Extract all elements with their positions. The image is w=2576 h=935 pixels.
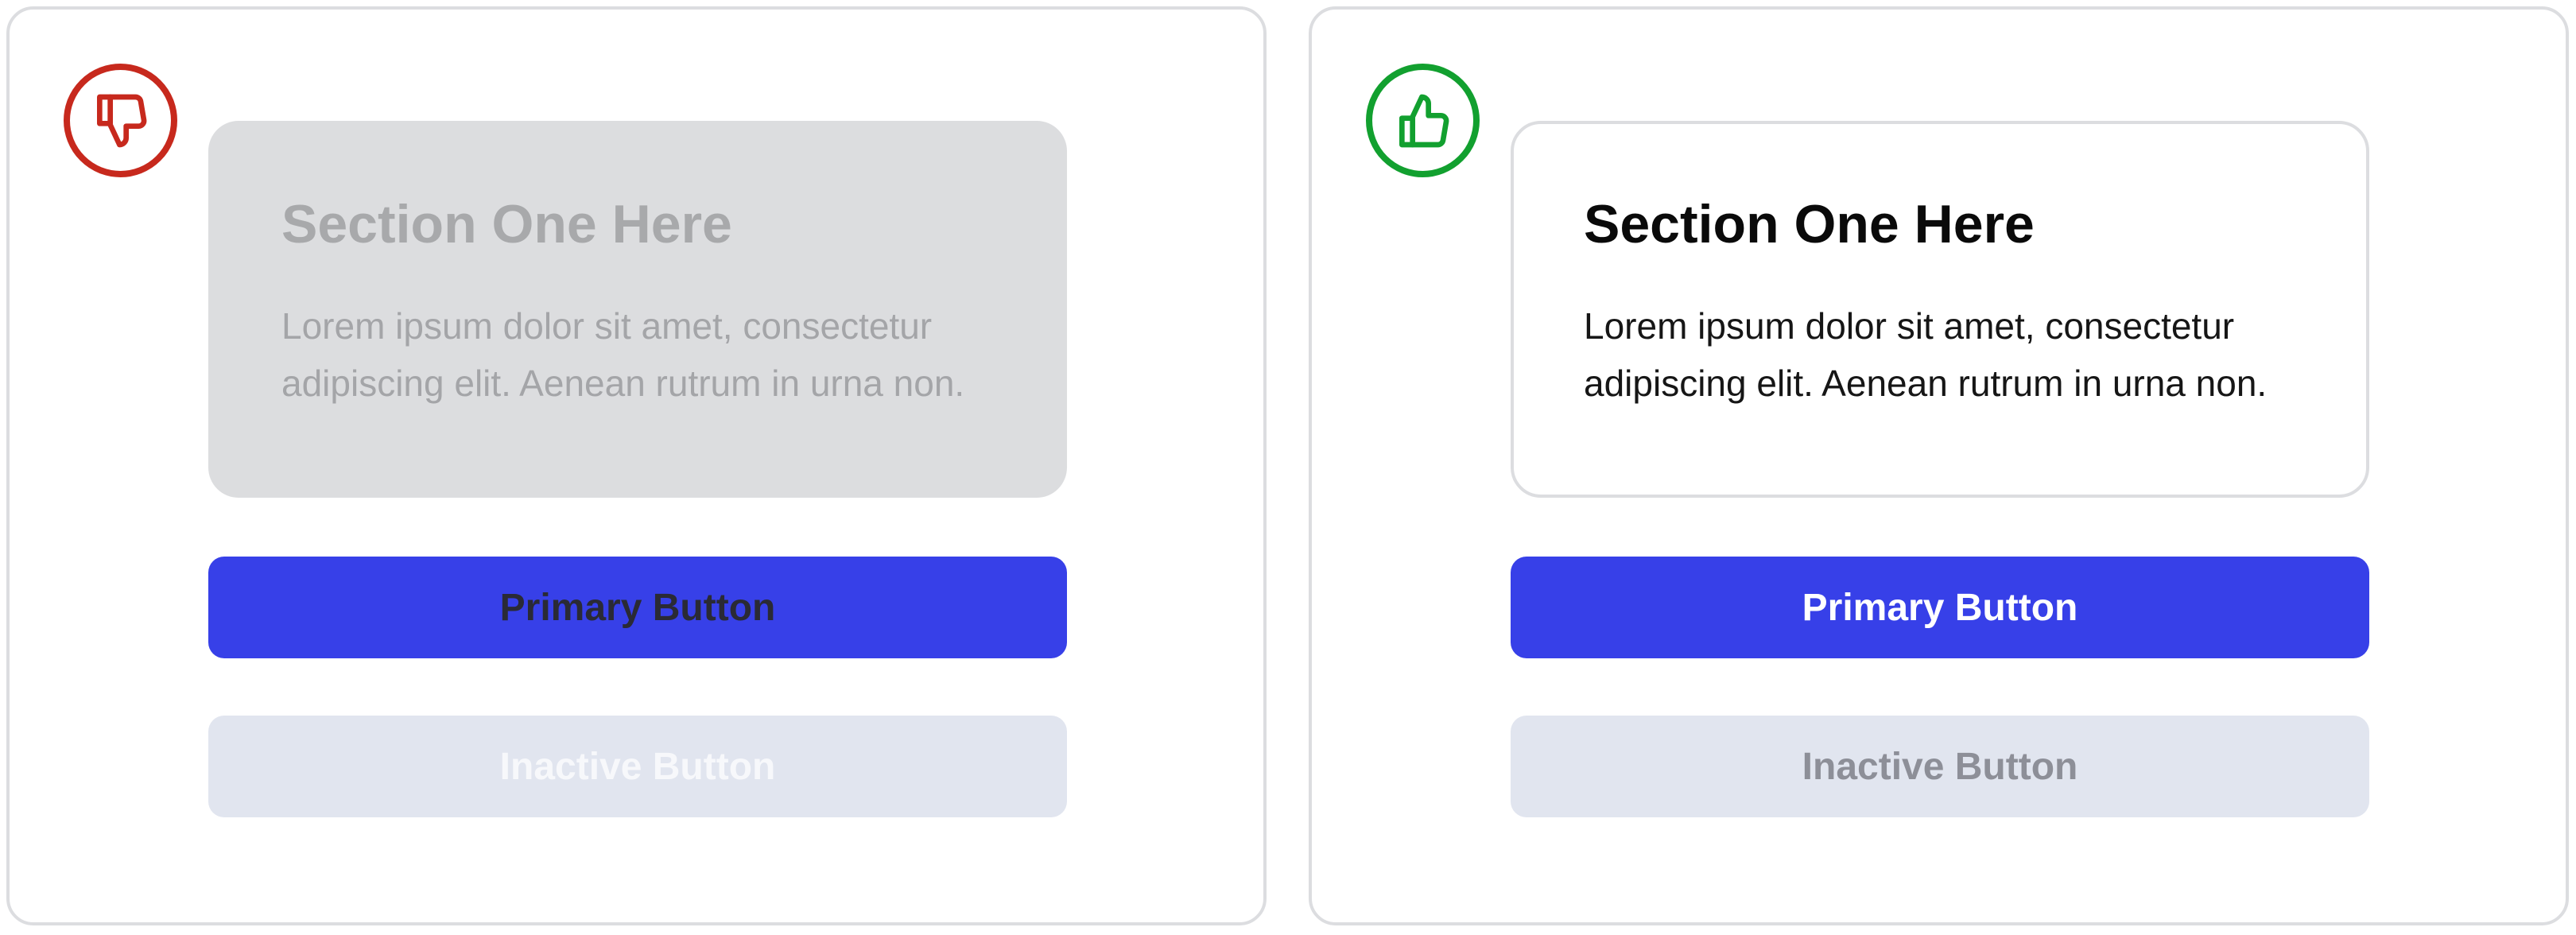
- bad-example-panel: Section One Here Lorem ipsum dolor sit a…: [6, 6, 1267, 925]
- section-card: Section One Here Lorem ipsum dolor sit a…: [208, 121, 1067, 498]
- section-title: Section One Here: [1584, 194, 2035, 254]
- inactive-button: Inactive Button: [1511, 716, 2369, 817]
- section-title: Section One Here: [281, 194, 732, 254]
- thumbs-up-badge: [1366, 64, 1480, 177]
- section-body: Lorem ipsum dolor sit amet, consectetur …: [1584, 305, 2268, 404]
- good-example-panel: Section One Here Lorem ipsum dolor sit a…: [1309, 6, 2569, 925]
- primary-button[interactable]: Primary Button: [1511, 557, 2369, 658]
- thumbs-up-icon: [1399, 94, 1449, 147]
- thumbs-down-badge: [64, 64, 177, 177]
- section-body: Lorem ipsum dolor sit amet, consectetur …: [281, 305, 965, 404]
- inactive-button: Inactive Button: [208, 716, 1067, 817]
- section-card: Section One Here Lorem ipsum dolor sit a…: [1511, 121, 2369, 498]
- primary-button[interactable]: Primary Button: [208, 557, 1067, 658]
- thumbs-down-icon: [96, 94, 146, 147]
